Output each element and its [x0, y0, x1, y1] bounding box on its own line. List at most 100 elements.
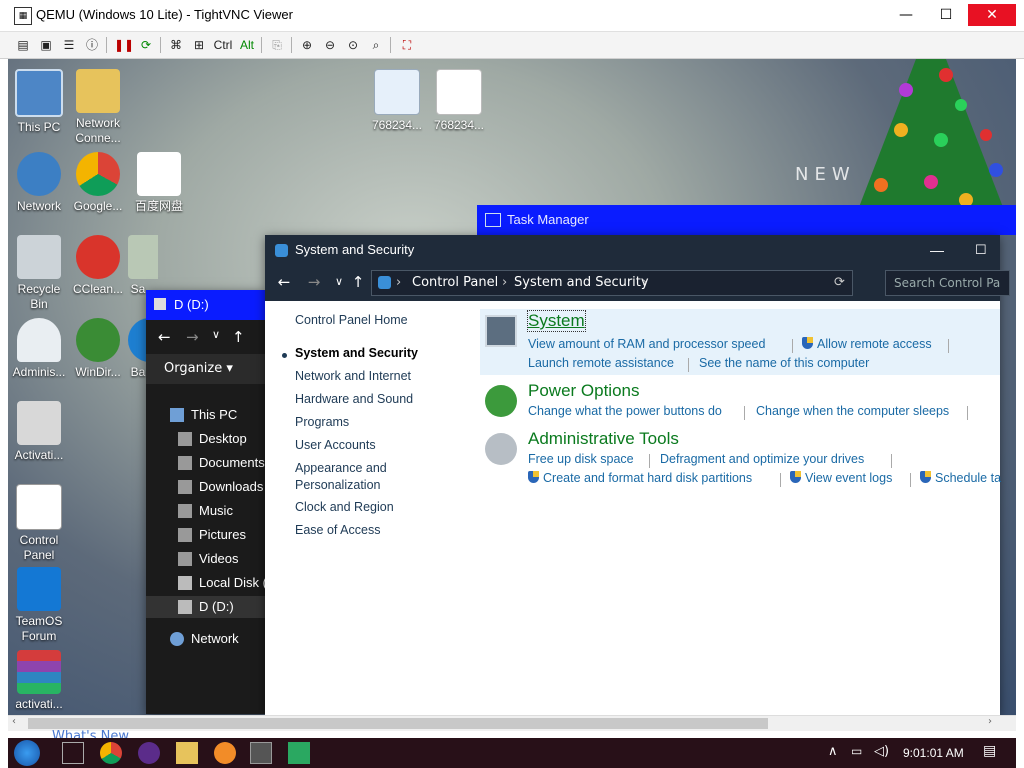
desktop-icon-activation-archive[interactable]: activati...	[8, 650, 70, 712]
desktop-icon-google-chrome[interactable]: Google...	[67, 152, 129, 214]
desktop-icon-recycle-bin[interactable]: Recycle Bin	[8, 235, 70, 312]
section-system[interactable]: System View amount of RAM and processor …	[480, 309, 1000, 375]
win-key-icon[interactable]: ⊞	[190, 36, 208, 54]
scroll-left-icon[interactable]: ‹	[12, 716, 16, 727]
refresh-icon[interactable]: ⟳	[834, 271, 845, 295]
up-arrow-icon[interactable]: ↑	[349, 273, 367, 291]
power-options-heading[interactable]: Power Options	[528, 381, 640, 401]
maximize-button[interactable]: ☐	[975, 235, 987, 265]
nav-ease-of-access[interactable]: Ease of Access	[295, 522, 380, 539]
link-defragment[interactable]: Defragment and optimize your drives	[660, 452, 864, 466]
desktop-icon-baidu-netdisk[interactable]: 百度网盘	[128, 152, 190, 214]
nav-network-internet[interactable]: Network and Internet	[295, 368, 411, 385]
clipboard-icon[interactable]: ⎘	[268, 36, 286, 54]
chevron-up-icon[interactable]: ∧	[828, 744, 838, 759]
fullscreen-icon[interactable]: ⛶	[398, 36, 416, 54]
nav-user-accounts[interactable]: User Accounts	[295, 437, 376, 454]
desktop-icon-activation[interactable]: Activati...	[8, 401, 70, 463]
desktop-icon-text-file-1[interactable]: 768234...	[366, 69, 428, 133]
zoom-100-icon[interactable]: ⊙	[344, 36, 362, 54]
file-explorer-taskbar-icon[interactable]	[176, 742, 198, 764]
network-tray-icon[interactable]: ▭	[851, 744, 862, 758]
explorer-titlebar[interactable]: D (D:)	[146, 290, 266, 320]
ctrl-key-button[interactable]: Ctrl	[212, 36, 234, 54]
task-manager-taskbar-icon[interactable]	[250, 742, 272, 764]
nav-downloads[interactable]: Downloads	[146, 476, 266, 498]
nav-d-drive[interactable]: D (D:)	[146, 596, 266, 618]
task-manager-window-title[interactable]: Task Manager	[477, 205, 1016, 235]
nav-network[interactable]: Network	[146, 628, 266, 650]
scrollbar-thumb[interactable]	[28, 718, 768, 729]
link-free-disk-space[interactable]: Free up disk space	[528, 452, 634, 466]
search-taskbar-icon[interactable]	[214, 742, 236, 764]
link-view-event-logs[interactable]: View event logs	[790, 471, 892, 485]
link-allow-remote-access[interactable]: Allow remote access	[802, 337, 932, 351]
desktop-icon-sa[interactable]: Sa...	[128, 235, 158, 297]
breadcrumb-system-security[interactable]: System and Security	[514, 271, 649, 295]
zoom-fit-icon[interactable]: ⌕	[367, 36, 385, 54]
alt-key-button[interactable]: Alt	[238, 36, 256, 54]
notifications-icon[interactable]: ▤	[983, 743, 996, 759]
save-icon[interactable]: ▣	[37, 36, 55, 54]
options-icon[interactable]: ☰	[60, 36, 78, 54]
maximize-button[interactable]: ☐	[922, 4, 970, 26]
info-icon[interactable]: ⓘ	[83, 36, 101, 54]
pause-icon[interactable]: ❚❚	[114, 36, 134, 54]
desktop-icon-ccleaner[interactable]: CClean...	[67, 235, 129, 297]
administrative-tools-heading[interactable]: Administrative Tools	[528, 429, 679, 449]
chrome-taskbar-icon[interactable]	[100, 742, 122, 764]
breadcrumb-control-panel[interactable]: Control Panel	[412, 271, 498, 295]
link-disk-partitions[interactable]: Create and format hard disk partitions	[528, 471, 752, 485]
remote-desktop[interactable]: NEW This PC Network Conne... Network Goo…	[8, 59, 1016, 715]
back-arrow-icon[interactable]: ←	[158, 328, 171, 346]
nav-control-panel-home[interactable]: Control Panel Home	[295, 312, 408, 329]
new-connection-icon[interactable]: ▤	[14, 36, 32, 54]
desktop-icon-network[interactable]: Network	[8, 152, 70, 214]
link-computer-name[interactable]: See the name of this computer	[699, 356, 869, 370]
nav-clock-region[interactable]: Clock and Region	[295, 499, 394, 516]
nav-hardware-sound[interactable]: Hardware and Sound	[295, 391, 413, 408]
taskbar-clock[interactable]: 9:01:01 AM	[903, 746, 964, 760]
nav-pictures[interactable]: Pictures	[146, 524, 266, 546]
scroll-right-icon[interactable]: ›	[988, 716, 992, 727]
system-heading[interactable]: System	[527, 310, 586, 332]
close-button[interactable]: ✕	[968, 4, 1016, 26]
zoom-out-icon[interactable]: ⊖	[321, 36, 339, 54]
forward-arrow-icon[interactable]: →	[186, 328, 199, 346]
nav-documents[interactable]: Documents	[146, 452, 266, 474]
refresh-icon[interactable]: ⟳	[137, 36, 155, 54]
desktop-icon-network-connections[interactable]: Network Conne...	[67, 69, 129, 146]
desktop-icon-ba[interactable]: Ba	[128, 318, 148, 380]
desktop-icon-administrator[interactable]: Adminis...	[8, 318, 70, 380]
search-input[interactable]: Search Control Pa	[885, 270, 1010, 296]
desktop-icon-windirstat[interactable]: WinDir...	[67, 318, 129, 380]
link-view-ram[interactable]: View amount of RAM and processor speed	[528, 337, 765, 351]
volume-icon[interactable]: ◁)	[874, 744, 889, 759]
nav-videos[interactable]: Videos	[146, 548, 266, 570]
desktop-icon-this-pc[interactable]: This PC	[8, 69, 70, 135]
desktop-icon-text-file-2[interactable]: 768234...	[428, 69, 490, 133]
chevron-down-icon[interactable]: ∨	[212, 328, 220, 341]
task-view-icon[interactable]	[62, 742, 84, 764]
start-orb-icon[interactable]	[14, 740, 40, 766]
zoom-in-icon[interactable]: ⊕	[298, 36, 316, 54]
desktop-icon-teamos-forum[interactable]: TeamOS Forum	[8, 567, 70, 644]
forward-arrow-icon[interactable]: →	[305, 273, 323, 291]
control-panel-window[interactable]: System and Security — ☐ ← → ∨ ↑ › Contro…	[265, 235, 1010, 715]
nav-desktop[interactable]: Desktop	[146, 428, 266, 450]
nav-this-pc[interactable]: This PC	[146, 404, 266, 426]
back-arrow-icon[interactable]: ←	[275, 273, 293, 291]
up-arrow-icon[interactable]: ↑	[232, 328, 245, 346]
nav-appearance[interactable]: Appearance and Personalization	[295, 460, 415, 494]
file-explorer-window[interactable]: D (D:) ← → ∨ ↑ Organize ▾ This PC Deskto…	[146, 290, 284, 714]
control-panel-titlebar[interactable]: System and Security — ☐	[265, 235, 1000, 265]
nav-music[interactable]: Music	[146, 500, 266, 522]
nav-programs[interactable]: Programs	[295, 414, 349, 431]
chevron-down-icon[interactable]: ∨	[330, 273, 348, 291]
address-field[interactable]: › Control Panel › System and Security › …	[371, 270, 853, 296]
organize-menu[interactable]: Organize ▾	[146, 354, 284, 384]
link-schedule-tasks[interactable]: Schedule ta	[920, 471, 1001, 485]
nav-system-security[interactable]: System and Security	[295, 345, 418, 362]
desktop-icon-control-panel[interactable]: Control Panel	[8, 484, 70, 563]
app-taskbar-icon[interactable]	[138, 742, 160, 764]
